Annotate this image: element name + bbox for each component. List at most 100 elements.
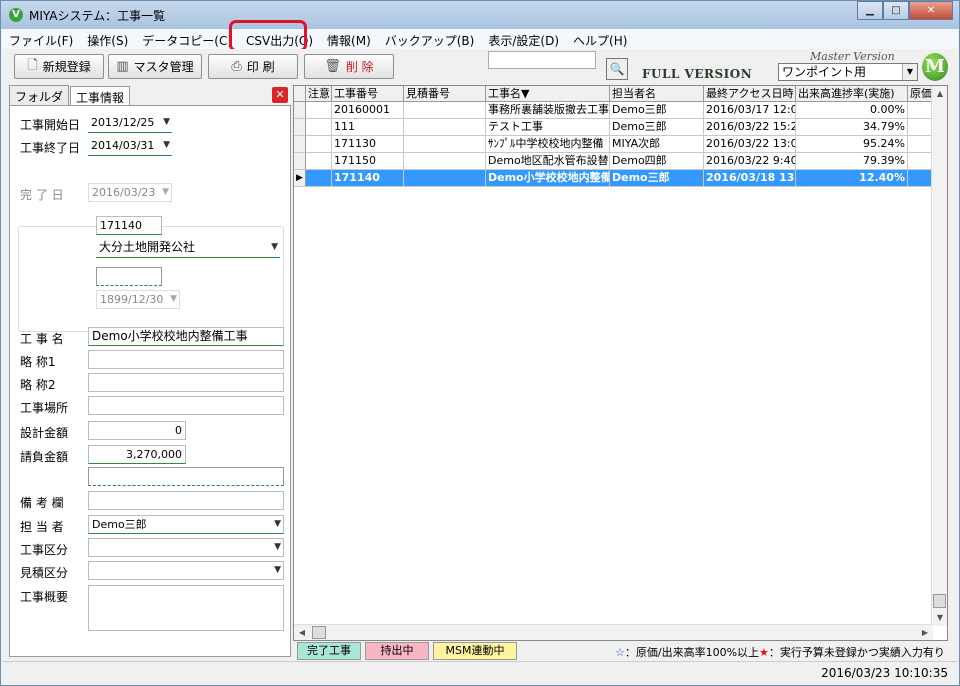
tab-construction-info[interactable]: 工事情報 <box>70 86 131 106</box>
col-header-access[interactable]: 最終アクセス日時 <box>704 86 796 102</box>
new-register-button[interactable]: 🗋 新規登録 <box>14 54 104 79</box>
menu-operation[interactable]: 操作(S) <box>80 29 135 49</box>
table-row[interactable]: 171150 Demo地区配水管布設替工 Demo四郎 2016/03/22 9… <box>294 153 932 170</box>
books-icon: ▥ <box>116 59 129 74</box>
place-label: 工事場所 <box>20 401 69 415</box>
construction-name-field[interactable]: Demo小学校校地内整備工事 <box>88 327 284 346</box>
chevron-down-icon: ▼ <box>271 242 278 252</box>
col-header-code[interactable]: 工事番号 <box>332 86 404 102</box>
printer-icon: ⎙ <box>231 59 242 74</box>
start-date-field[interactable]: 2013/12/25 ▼ <box>88 114 172 133</box>
abbr2-field[interactable] <box>88 373 284 392</box>
menu-backup[interactable]: バックアップ(B) <box>378 29 482 49</box>
tab-folder[interactable]: フォルダ <box>9 85 70 105</box>
date2-field[interactable]: 1899/12/30 ▼ <box>96 290 180 309</box>
panel-close-icon[interactable]: ✕ <box>272 87 288 103</box>
search-button[interactable]: 🔍 <box>606 58 628 80</box>
type-select[interactable]: ▼ <box>88 538 284 557</box>
scroll-down-icon[interactable]: ▼ <box>932 610 947 626</box>
construction-info-form: 工事開始日 2013/12/25 ▼ 工事終了日 2014/03/31 ▼ 完 … <box>9 105 291 657</box>
table-row[interactable]: 111 テスト工事 Demo三郎 2016/03/22 15:26:5 34.7… <box>294 119 932 136</box>
window-controls: ▁ □ ✕ <box>857 1 953 21</box>
cell-note <box>306 153 332 170</box>
design-amount-field[interactable]: 0 <box>88 421 186 440</box>
person-select[interactable]: Demo三郎 ▼ <box>88 515 284 534</box>
col-header-note[interactable]: 注意 <box>306 86 332 102</box>
menu-help[interactable]: ヘルプ(H) <box>566 29 634 49</box>
trash-icon: 🗑 <box>324 59 341 74</box>
cell-name: ｻﾝﾌﾟﾙ中学校校地内整備 <box>486 136 610 153</box>
minimize-button[interactable]: ▁ <box>857 1 883 20</box>
scroll-right-icon[interactable]: ▶ <box>917 625 933 640</box>
row-indicator[interactable] <box>294 119 306 136</box>
summary-textarea[interactable] <box>88 585 284 631</box>
estimate-select[interactable]: ▼ <box>88 561 284 580</box>
cell-estimate <box>404 170 486 187</box>
horizontal-scrollbar[interactable]: ◀ ▶ <box>294 624 933 640</box>
col-header-cost[interactable]: 原価 <box>908 86 932 102</box>
place-field[interactable] <box>88 396 284 415</box>
search-input[interactable] <box>488 51 596 69</box>
chevron-down-icon: ▼ <box>163 140 170 150</box>
cell-note <box>306 136 332 153</box>
col-header-rate[interactable]: 出来高進捗率(実施) <box>796 86 908 102</box>
cell-cost <box>908 136 932 153</box>
panel-tabs: フォルダ 工事情報 <box>9 85 131 106</box>
cell-person: Demo三郎 <box>610 119 704 136</box>
scroll-left-icon[interactable]: ◀ <box>294 625 310 640</box>
code-field[interactable]: 171140 <box>96 216 162 235</box>
abbr1-field[interactable] <box>88 350 284 369</box>
menu-file[interactable]: ファイル(F) <box>2 29 80 49</box>
row-pointer-icon[interactable]: ▶ <box>294 170 306 187</box>
start-date-value: 2013/12/25 <box>91 116 155 129</box>
end-date-field[interactable]: 2014/03/31 ▼ <box>88 137 172 156</box>
close-window-button[interactable]: ✕ <box>909 1 953 20</box>
cell-code: 171130 <box>332 136 404 153</box>
legend-note-blue-star: ☆：原価/出来高率100%以上 <box>615 644 759 660</box>
vertical-scrollbar[interactable]: ▲ ▼ <box>931 86 947 626</box>
menu-data-copy[interactable]: データコピー(C) <box>135 29 239 49</box>
master-manage-button[interactable]: ▥ マスタ管理 <box>108 54 202 79</box>
grid-corner <box>294 86 306 102</box>
legend-note2: ★：実行予算未登録かつ実績入力有り <box>759 646 945 659</box>
complete-date-field[interactable]: 2016/03/23 ▼ <box>88 183 172 202</box>
type-label: 工事区分 <box>20 543 69 557</box>
toolbar: 🗋 新規登録 ▥ マスタ管理 ⎙ 印 刷 🗑 削 除 🔍 Master Vers… <box>2 49 958 85</box>
grid-header: 注意 工事番号 見積番号 工事名▼ 担当者名 最終アクセス日時 出来高進捗率(実… <box>294 86 932 102</box>
row-indicator[interactable] <box>294 102 306 119</box>
mode-select[interactable]: ワンポイント用 ▼ <box>778 63 918 81</box>
col-header-name[interactable]: 工事名▼ <box>486 86 610 102</box>
table-row-selected[interactable]: ▶ 171140 Demo小学校校地内整備 Demo三郎 2016/03/18 … <box>294 170 932 187</box>
row-indicator[interactable] <box>294 153 306 170</box>
vertical-scroll-thumb[interactable] <box>933 594 946 608</box>
col-header-person[interactable]: 担当者名 <box>610 86 704 102</box>
app-icon: V <box>9 8 23 22</box>
scroll-up-icon[interactable]: ▲ <box>932 86 947 102</box>
estimate-label: 見積区分 <box>20 566 69 580</box>
horizontal-scroll-thumb[interactable] <box>312 626 326 639</box>
table-row[interactable]: 171130 ｻﾝﾌﾟﾙ中学校校地内整備 MIYA次郎 2016/03/22 1… <box>294 136 932 153</box>
menu-info[interactable]: 情報(M) <box>320 29 378 49</box>
cell-name: Demo小学校校地内整備 <box>486 170 610 187</box>
delete-button[interactable]: 🗑 削 除 <box>304 54 394 79</box>
contract-amount-field[interactable]: 3,270,000 <box>88 445 186 464</box>
client-select[interactable]: 大分土地開発公社 ▼ <box>96 239 280 258</box>
end-date-label: 工事終了日 <box>20 141 81 155</box>
maximize-button[interactable]: □ <box>883 1 909 20</box>
complete-date-label: 完 了 日 <box>20 188 64 202</box>
summary-label: 工事概要 <box>20 590 69 604</box>
end-date-value: 2014/03/31 <box>91 139 155 152</box>
start-date-label: 工事開始日 <box>20 118 81 132</box>
cell-estimate <box>404 102 486 119</box>
blank-field[interactable] <box>96 267 162 286</box>
cell-cost <box>908 170 932 187</box>
document-icon: 🗋 <box>27 57 38 73</box>
table-row[interactable]: 20160001 事務所裏舗装版撤去工事 Demo三郎 2016/03/17 1… <box>294 102 932 119</box>
cell-code: 20160001 <box>332 102 404 119</box>
memo-field[interactable] <box>88 491 284 510</box>
row-indicator[interactable] <box>294 136 306 153</box>
menu-display-settings[interactable]: 表示/設定(D) <box>481 29 566 49</box>
print-button[interactable]: ⎙ 印 刷 <box>208 54 298 79</box>
contract-extra-field[interactable] <box>88 467 284 486</box>
col-header-estimate[interactable]: 見積番号 <box>404 86 486 102</box>
